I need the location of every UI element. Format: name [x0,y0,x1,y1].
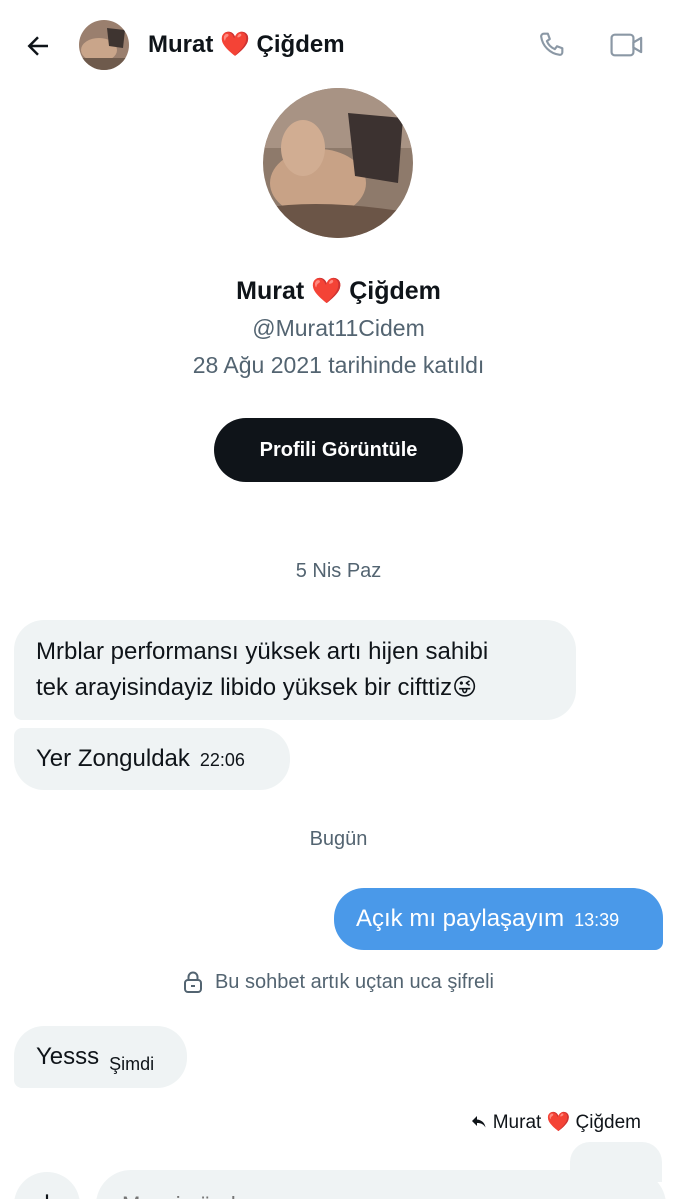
message-text: Yer Zonguldak [36,745,190,772]
reply-indicator: Murat ❤️ Çiğdem [471,1110,641,1134]
back-button[interactable] [18,26,58,66]
phone-icon [540,32,564,56]
encryption-text: Bu sohbet artık uçtan uca şifreli [214,970,495,993]
message-bubble-outgoing[interactable]: Açık mı paylaşayım 13:39 [334,888,663,950]
plus-icon [45,1194,49,1199]
arrow-left-icon [27,36,48,56]
encryption-notice: Bu sohbet artık uçtan uca şifreli [0,970,677,994]
profile-handle: @Murat11Cidem [252,315,425,341]
reply-arrow-icon [471,1116,486,1128]
video-call-button[interactable] [606,26,648,64]
date-separator: 5 Nis Paz [295,560,382,582]
message-text: Yesss [36,1043,100,1070]
message-time: Şimdi [109,1054,155,1074]
profile-joined-date: 28 Ağu 2021 tarihinde katıldı [192,352,485,378]
call-button[interactable] [532,26,570,64]
profile-avatar[interactable] [263,88,413,238]
date-separator: Bugün [309,828,368,850]
contact-name[interactable]: Murat ❤️ Çiğdem [148,30,345,59]
message-bubble-incoming[interactable]: Yer Zonguldak 22:06 [14,728,290,790]
message-text: Açık mı paylaşayım [356,905,565,932]
message-time: 22:06 [199,750,245,770]
message-time: 13:39 [574,910,620,930]
profile-name: Murat ❤️ Çiğdem [236,277,441,305]
message-bubble-incoming[interactable]: Yesss Şimdi [14,1026,187,1088]
message-text: tek arayisindayiz libido yüksek bir cift… [36,674,478,701]
reply-to-name: Murat ❤️ Çiğdem [492,1112,641,1133]
lock-icon [183,971,202,993]
video-camera-icon [610,33,643,57]
message-bubble-incoming[interactable]: Mrblar performansı yüksek artı hijen sah… [14,620,576,720]
contact-avatar[interactable] [79,20,129,70]
message-text: Mrblar performansı yüksek artı hijen sah… [36,638,489,665]
view-profile-button[interactable]: Profili Görüntüle [214,418,463,482]
add-media-button[interactable] [14,1172,80,1199]
message-input[interactable] [96,1170,666,1199]
conversation-header: Murat ❤️ Çiğdem [0,0,677,92]
